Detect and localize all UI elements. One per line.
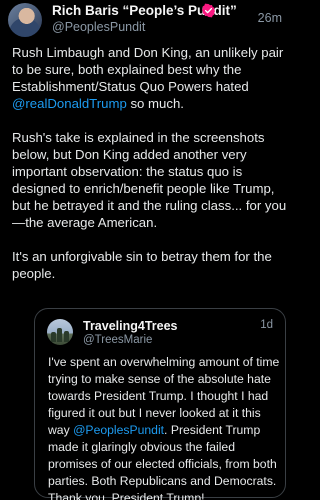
- quoted-tweet-text: I've spent an overwhelming amount of tim…: [48, 354, 284, 500]
- tweet-paragraph-1: Rush Limbaugh and Don King, an unlikely …: [12, 44, 288, 112]
- tweet-paragraph-2: Rush's take is explained in the screensh…: [12, 130, 287, 230]
- quoted-timestamp[interactable]: 1d: [260, 319, 273, 331]
- tweet-header: Rich Baris “People’s Pundit” @PeoplesPun…: [0, 0, 292, 40]
- tweet-text: Rush Limbaugh and Don King, an unlikely …: [12, 44, 288, 299]
- verified-badge-icon: [201, 3, 216, 18]
- quoted-author-name[interactable]: Traveling4Trees: [83, 319, 178, 333]
- quoted-tweet[interactable]: Traveling4Trees @TreesMarie 1d I've spen…: [34, 308, 286, 500]
- tweet-text-segment: Rush Limbaugh and Don King, an unlikely …: [12, 45, 284, 94]
- mention-link[interactable]: @realDonaldTrump: [12, 96, 127, 111]
- mention-link[interactable]: @PeoplesPundit: [73, 423, 164, 437]
- author-avatar[interactable]: [8, 3, 42, 37]
- tree-shape: [57, 328, 62, 342]
- tweet-paragraph-3: It's an unforgivable sin to betray them …: [12, 249, 272, 281]
- author-handle[interactable]: @PeoplesPundit: [52, 20, 145, 34]
- tree-shape: [51, 332, 56, 342]
- tweet-detail: Rich Baris “People’s Pundit” @PeoplesPun…: [0, 0, 292, 500]
- quoted-author-handle[interactable]: @TreesMarie: [83, 334, 152, 346]
- tree-shape: [64, 331, 69, 342]
- quoted-author-avatar[interactable]: [47, 319, 73, 345]
- tweet-text-segment: so much.: [126, 96, 184, 111]
- tweet-timestamp[interactable]: 26m: [258, 11, 282, 25]
